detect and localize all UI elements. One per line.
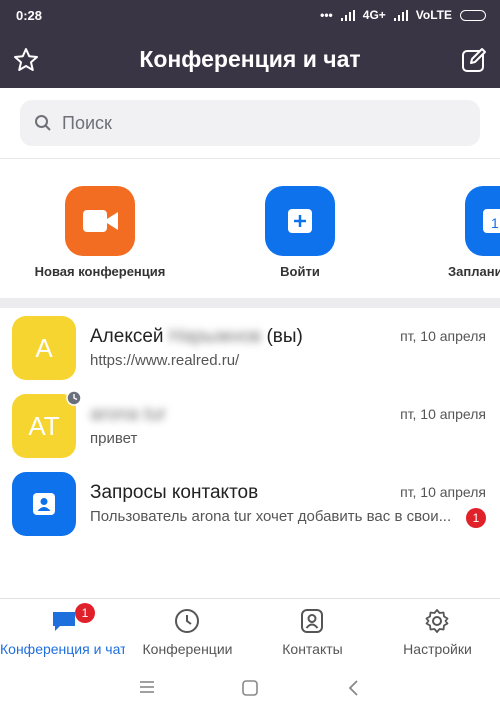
menu-icon[interactable] (138, 680, 156, 694)
search-placeholder: Поиск (62, 113, 112, 133)
chat-subtitle: https://www.realred.ru/ (90, 352, 240, 369)
chat-name-text: Алексей (90, 326, 164, 347)
chat-row-arona[interactable]: AT arona tur привет пт, 10 апреля (0, 386, 500, 464)
join-button[interactable] (265, 186, 335, 256)
schedule-button[interactable]: 1 (465, 186, 500, 256)
chat-subtitle: привет (90, 430, 138, 447)
schedule-label: Заплани (448, 264, 500, 279)
plus-icon (288, 209, 312, 233)
battery-icon (460, 9, 486, 21)
signal-icon (340, 9, 355, 21)
contacts-icon (301, 609, 323, 633)
contact-card-icon (33, 493, 55, 515)
chat-bubble-icon (53, 612, 75, 631)
divider (0, 158, 500, 159)
chat-row-self[interactable]: A Алексей Нарыжнов (вы) https://www.real… (0, 308, 500, 386)
chat-row-contact-requests[interactable]: Запросы контактов Пользователь arona tur… (0, 464, 500, 542)
tab-label: Конференции (142, 641, 233, 657)
chat-name-suffix: (вы) (266, 326, 303, 347)
svg-text:1: 1 (491, 215, 499, 231)
section-divider (0, 298, 500, 308)
chat-date: пт, 10 апреля (400, 328, 486, 344)
signal-icon-2 (393, 9, 408, 21)
tab-label: Конференция и чат (0, 641, 125, 657)
bottom-tab-bar: 1 Конференция и чат Конференции Контакты… (0, 598, 500, 661)
new-meeting-label: Новая конференция (34, 264, 166, 279)
calendar-icon: 1 (483, 209, 500, 233)
search-input[interactable]: Поиск (20, 100, 480, 146)
chat-date: пт, 10 апреля (400, 484, 486, 500)
join-label: Войти (280, 264, 320, 279)
status-time: 0:28 (16, 8, 43, 23)
new-meeting-button[interactable] (65, 186, 135, 256)
app-header: Конференция и чат (0, 32, 500, 88)
clock-status-icon (66, 390, 82, 406)
chat-name: Запросы контактов (90, 482, 259, 503)
avatar (12, 472, 76, 536)
carrier-label: VoLTE (415, 8, 452, 22)
avatar: A (12, 316, 76, 380)
chat-subtitle: Пользователь arona tur хочет добавить ва… (90, 508, 452, 525)
network-label: 4G+ (362, 8, 386, 22)
clock-icon (175, 609, 199, 633)
tab-badge: 1 (75, 603, 95, 623)
chat-name-blurred: arona tur (90, 404, 167, 425)
gear-icon (425, 609, 449, 633)
chat-date: пт, 10 апреля (400, 406, 486, 422)
system-nav-bar (0, 660, 500, 714)
dots-icon: ••• (320, 8, 333, 22)
video-camera-icon (83, 210, 118, 232)
compose-icon[interactable] (460, 46, 488, 74)
page-title: Конференция и чат (139, 46, 361, 72)
status-indicators: ••• 4G+ VoLTE (320, 8, 486, 22)
home-icon[interactable] (241, 679, 259, 697)
search-icon (35, 115, 51, 131)
status-bar: 0:28 ••• 4G+ VoLTE (0, 0, 500, 32)
chat-name-blurred: Нарыжнов (168, 326, 262, 347)
tab-label: Контакты (282, 641, 343, 657)
back-icon[interactable] (345, 679, 363, 697)
chat-name: Алексей Нарыжнов (вы) (90, 326, 303, 348)
tab-label: Настройки (403, 641, 472, 657)
unread-badge: 1 (466, 508, 486, 528)
